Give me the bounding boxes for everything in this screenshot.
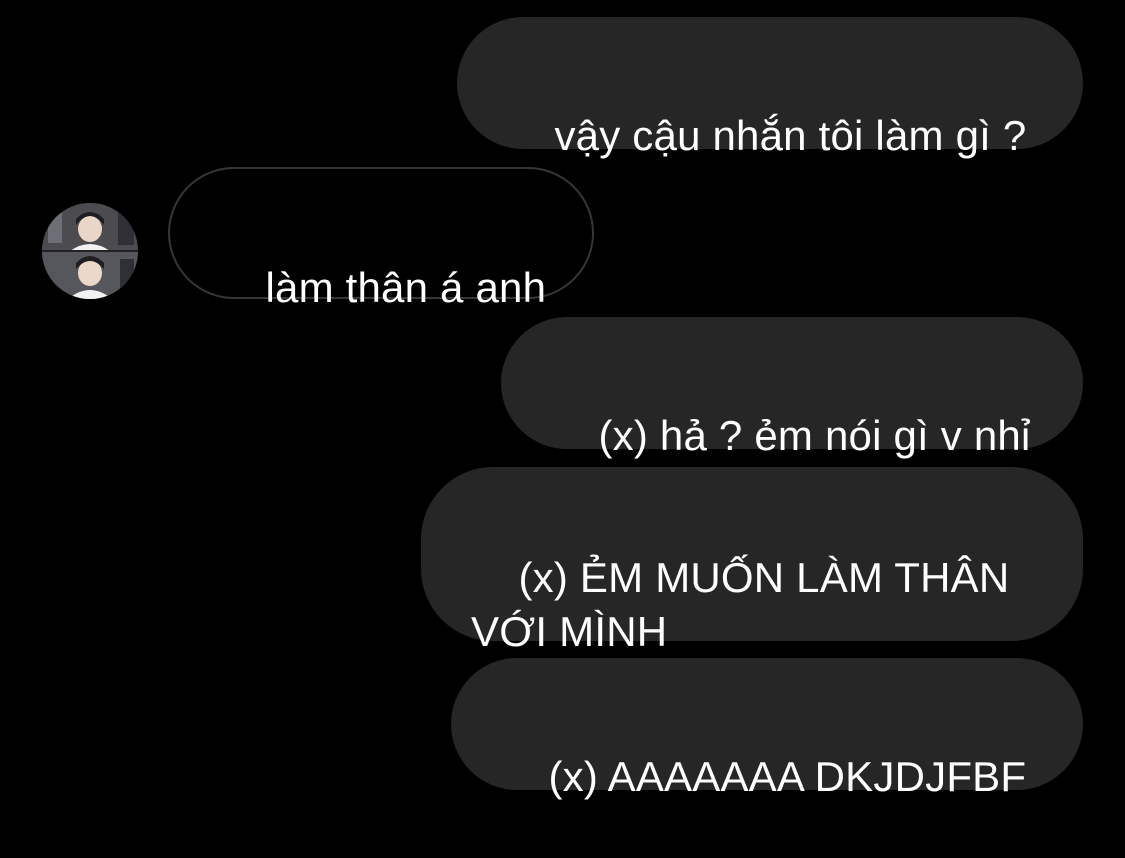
message-text: (x) ẺM MUỐN LÀM THÂN VỚI MÌNH bbox=[471, 554, 1010, 655]
sender-avatar[interactable] bbox=[42, 203, 138, 299]
message-text: vậy cậu nhắn tôi làm gì ? bbox=[554, 112, 1027, 159]
message-text: (x) hả ? ẻm nói gì v nhỉ bbox=[598, 412, 1031, 459]
outgoing-message-bubble[interactable]: (x) AAAAAAA DKJDJFBF bbox=[451, 658, 1083, 800]
incoming-message-bubble[interactable]: làm thân á anh bbox=[168, 167, 594, 311]
message-thread: vậy cậu nhắn tôi làm gì ? làm thân á anh… bbox=[0, 0, 1125, 812]
outgoing-message-bubble[interactable]: vậy cậu nhắn tôi làm gì ? bbox=[457, 17, 1083, 159]
outgoing-message-bubble[interactable]: (x) hả ? ẻm nói gì v nhỉ bbox=[501, 317, 1083, 459]
outgoing-message-bubble[interactable]: (x) ẺM MUỐN LÀM THÂN VỚI MÌNH bbox=[421, 467, 1083, 655]
message-text: (x) AAAAAAA DKJDJFBF bbox=[548, 753, 1027, 800]
profile-photo-icon bbox=[42, 203, 138, 299]
message-text: làm thân á anh bbox=[265, 264, 547, 311]
